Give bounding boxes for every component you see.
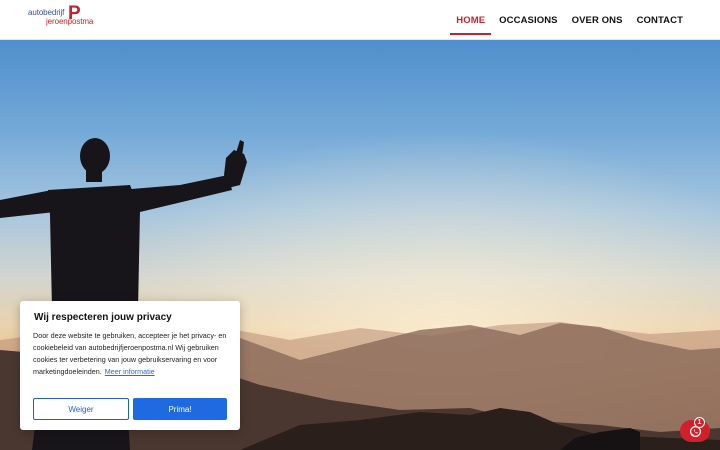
main-nav: HOME OCCASIONS OVER ONS CONTACT (449, 0, 690, 40)
nav-item-over-ons[interactable]: OVER ONS (565, 0, 630, 40)
logo-line-2: jeroenpostma (46, 17, 94, 26)
decline-button[interactable]: Weiger (33, 398, 129, 420)
more-info-link[interactable]: Meer informatie (105, 367, 155, 376)
nav-item-occasions[interactable]: OCCASIONS (492, 0, 564, 40)
cookie-title: Wij respecteren jouw privacy (34, 312, 172, 323)
accept-button[interactable]: Prima! (133, 398, 227, 420)
notification-badge: 1 (694, 417, 705, 428)
site-header: autobedrijf P jeroenpostma HOME OCCASION… (0, 0, 720, 40)
cookie-body: Door deze website te gebruiken, acceptee… (33, 330, 229, 378)
nav-item-contact[interactable]: CONTACT (630, 0, 690, 40)
logo-line-1: autobedrijf (28, 8, 65, 17)
nav-item-home[interactable]: HOME (449, 0, 492, 40)
site-logo[interactable]: autobedrijf P jeroenpostma (28, 4, 108, 32)
cookie-consent-dialog: Wij respecteren jouw privacy Door deze w… (20, 301, 240, 430)
